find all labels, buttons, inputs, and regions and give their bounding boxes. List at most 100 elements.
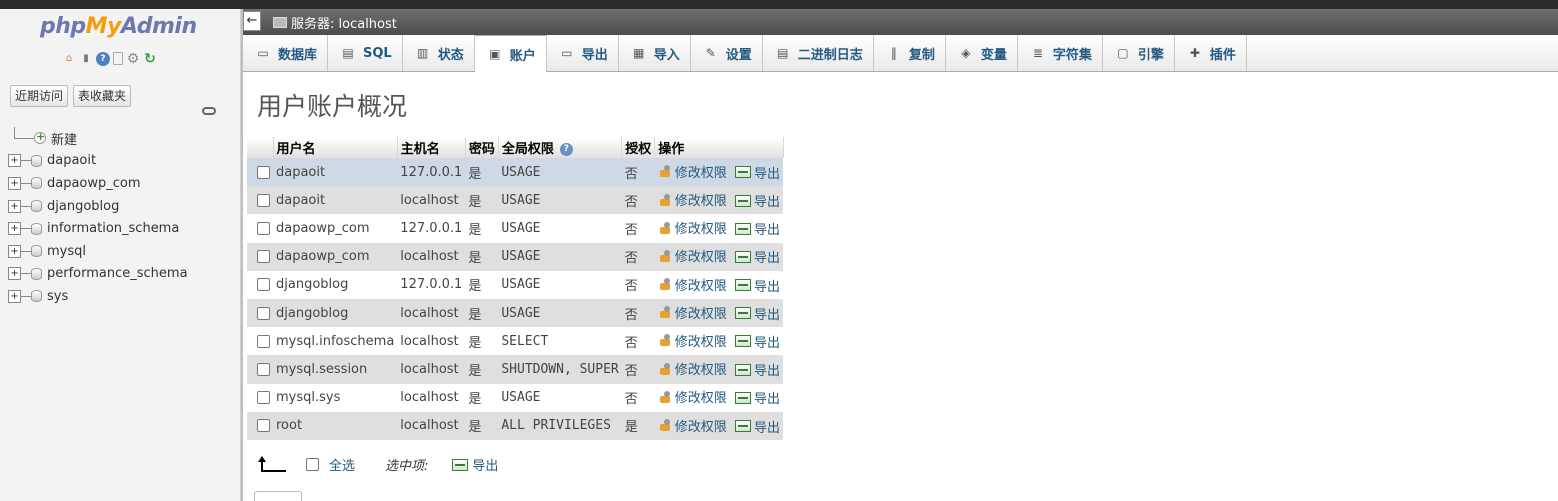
row-checkbox[interactable] [257, 193, 270, 207]
export-user-label[interactable]: 导出 [754, 247, 780, 266]
table-row[interactable]: dapaoit 127.0.0.1 是 USAGE 否修改权限 导出 [247, 158, 784, 187]
export-user-link[interactable]: 导出 [735, 360, 780, 379]
export-user-link[interactable]: 导出 [735, 191, 780, 210]
tab-charset[interactable]: ≣ 字符集 [1018, 35, 1103, 71]
tab-label[interactable]: 设置 [726, 44, 752, 63]
export-user-label[interactable]: 导出 [754, 417, 780, 436]
edit-privileges-label[interactable]: 修改权限 [675, 162, 727, 181]
tree-item-database[interactable]: + mysql [8, 240, 240, 263]
export-user-label[interactable]: 导出 [754, 332, 780, 351]
tree-item-database[interactable]: + dapaowp_com [8, 172, 240, 195]
expand-icon[interactable]: + [8, 222, 21, 236]
edit-privileges-label[interactable]: 修改权限 [675, 416, 727, 435]
table-row[interactable]: djangoblog localhost 是 USAGE 否修改权限 导出 [247, 298, 784, 328]
favorites-button[interactable]: 表收藏夹 [73, 85, 132, 107]
export-user-label[interactable]: 导出 [754, 163, 780, 182]
row-checkbox[interactable] [257, 306, 270, 320]
tab-export[interactable]: ▭ 导出 [547, 35, 619, 71]
row-checkbox[interactable] [257, 362, 270, 376]
panel-divider[interactable] [241, 9, 243, 501]
tab-engine[interactable]: ▢ 引擎 [1103, 35, 1175, 71]
header-host[interactable]: 主机名 [397, 137, 466, 158]
tab-label[interactable]: SQL [363, 46, 392, 61]
edit-privileges-link[interactable]: 修改权限 [658, 303, 727, 322]
row-checkbox[interactable] [257, 278, 270, 292]
export-user-link[interactable]: 导出 [735, 247, 780, 266]
table-row[interactable]: dapaowp_com localhost 是 USAGE 否修改权限 导出 [247, 242, 784, 271]
help-icon[interactable]: ? [96, 52, 110, 66]
tab-label[interactable]: 二进制日志 [798, 44, 863, 63]
export-user-link[interactable]: 导出 [735, 332, 780, 351]
expand-icon[interactable]: + [8, 199, 21, 213]
edit-privileges-link[interactable]: 修改权限 [658, 387, 727, 406]
export-user-label[interactable]: 导出 [754, 219, 780, 238]
edit-privileges-link[interactable]: 修改权限 [658, 190, 727, 209]
server-breadcrumb[interactable]: 服务器: localhost [273, 13, 397, 32]
edit-privileges-link[interactable]: 修改权限 [658, 218, 727, 237]
export-user-label[interactable]: 导出 [754, 360, 780, 379]
tab-label[interactable]: 字符集 [1053, 44, 1092, 63]
home-icon[interactable]: ⌂ [62, 52, 76, 66]
export-user-label[interactable]: 导出 [754, 276, 780, 295]
table-row[interactable]: djangoblog 127.0.0.1 是 USAGE 否修改权限 导出 [247, 270, 784, 299]
edit-privileges-link[interactable]: 修改权限 [658, 275, 727, 294]
tab-replication[interactable]: ‖ 复制 [874, 35, 946, 71]
table-row[interactable]: mysql.sys localhost 是 USAGE 否修改权限 导出 [247, 383, 784, 412]
tab-label[interactable]: 账户 [510, 45, 536, 64]
expand-icon[interactable]: + [8, 267, 21, 281]
server-breadcrumb-label[interactable]: 服务器: localhost [291, 13, 397, 32]
table-row[interactable]: root localhost 是 ALL PRIVILEGES 是修改权限 导出 [247, 411, 784, 440]
tab-label[interactable]: 复制 [909, 44, 935, 63]
tab-import[interactable]: ▦ 导入 [619, 35, 691, 71]
tab-accounts[interactable]: ▣ 账户 [474, 35, 547, 72]
expand-icon[interactable]: + [8, 176, 21, 190]
tree-item-database[interactable]: + dapaoit [8, 150, 240, 173]
bulk-export-label[interactable]: 导出 [472, 455, 498, 474]
tab-label[interactable]: 插件 [1210, 44, 1236, 63]
expand-icon[interactable]: + [8, 289, 21, 303]
edit-privileges-link[interactable]: 修改权限 [658, 331, 727, 350]
collapse-navigation-button[interactable]: ← [243, 11, 261, 31]
export-user-link[interactable]: 导出 [735, 304, 780, 323]
export-user-link[interactable]: 导出 [735, 219, 780, 238]
phpmyadmin-logo[interactable]: phpMyAdmin [40, 14, 197, 39]
tab-status-chart[interactable]: ▥ 状态 [403, 35, 475, 71]
expand-icon[interactable]: + [8, 154, 21, 168]
row-checkbox[interactable] [257, 221, 270, 235]
header-user[interactable]: 用户名 [273, 137, 398, 158]
tab-binlog[interactable]: ▤ 二进制日志 [763, 35, 874, 71]
export-user-link[interactable]: 导出 [735, 163, 780, 182]
tree-item-database[interactable]: + sys [8, 285, 240, 308]
tree-database-label[interactable]: information_schema [47, 221, 179, 236]
tree-database-label[interactable]: dapaoit [47, 153, 96, 168]
select-all-checkbox[interactable] [306, 458, 319, 471]
tree-database-label[interactable]: djangoblog [47, 199, 119, 214]
tree-database-label[interactable]: sys [47, 289, 68, 304]
edit-privileges-link[interactable]: 修改权限 [658, 246, 727, 265]
table-row[interactable]: mysql.session localhost 是 SHUTDOWN, SUPER 否修… [247, 355, 784, 384]
header-password[interactable]: 密码 [465, 137, 499, 158]
row-checkbox[interactable] [257, 250, 270, 264]
tab-plugin[interactable]: ✚ 插件 [1175, 35, 1247, 71]
tree-item-database[interactable]: + information_schema [8, 217, 240, 240]
tree-database-label[interactable]: dapaowp_com [47, 176, 141, 191]
tab-variables[interactable]: ◈ 变量 [946, 35, 1018, 71]
export-user-label[interactable]: 导出 [754, 304, 780, 323]
tab-label[interactable]: 导入 [654, 44, 680, 63]
export-user-label[interactable]: 导出 [754, 191, 780, 210]
header-global-privileges[interactable]: 全局权限? [498, 137, 623, 158]
edit-privileges-link[interactable]: 修改权限 [658, 416, 727, 435]
tree-new-label[interactable]: 新建 [51, 129, 77, 148]
edit-privileges-label[interactable]: 修改权限 [675, 303, 727, 322]
edit-privileges-link[interactable]: 修改权限 [658, 359, 727, 378]
edit-privileges-label[interactable]: 修改权限 [675, 387, 727, 406]
recent-button[interactable]: 近期访问 [10, 85, 69, 107]
tree-database-label[interactable]: performance_schema [47, 266, 188, 281]
table-row[interactable]: dapaoit localhost 是 USAGE 否修改权限 导出 [247, 186, 784, 215]
select-all-label[interactable]: 全选 [329, 455, 355, 474]
logout-icon[interactable]: ▮ [79, 52, 93, 66]
export-user-label[interactable]: 导出 [754, 388, 780, 407]
row-checkbox[interactable] [257, 334, 270, 348]
documentation-icon[interactable] [113, 52, 123, 65]
tab-sql[interactable]: ▤ SQL [328, 35, 403, 71]
